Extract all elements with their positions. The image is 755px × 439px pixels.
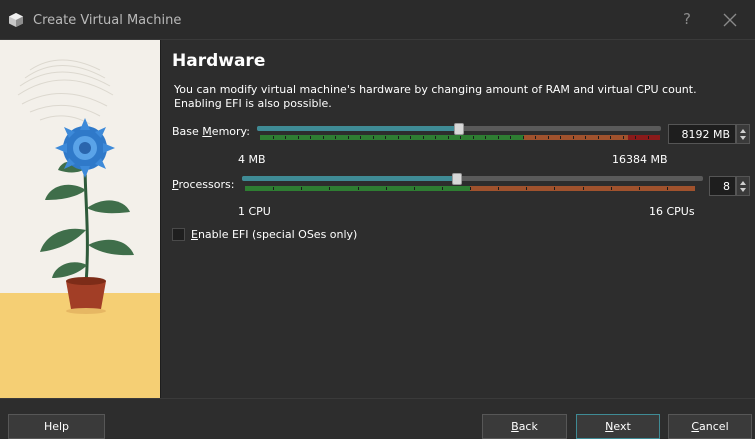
slider-tick (372, 136, 374, 139)
slider-tick (410, 136, 411, 139)
title-bar: Create Virtual Machine ? (0, 0, 755, 40)
help-button[interactable]: Help (8, 414, 105, 439)
slider-tick (582, 187, 584, 190)
wizard-illustration (0, 40, 161, 398)
slider-tick (301, 187, 303, 190)
slider-tick (310, 136, 311, 139)
slider-tick (297, 136, 299, 139)
spin-up-icon[interactable] (740, 181, 746, 185)
slider-tick (554, 187, 556, 190)
slider-tick (397, 136, 399, 139)
page-title: Hardware (172, 51, 266, 71)
slider-tick (526, 187, 528, 190)
memory-slider-handle[interactable] (453, 123, 464, 135)
slider-tick (585, 136, 586, 139)
spin-down-icon[interactable] (740, 136, 746, 140)
processors-spinbox[interactable]: 8 (709, 176, 736, 196)
slider-tick (522, 136, 524, 139)
slider-tick (422, 136, 424, 139)
memory-spinbox[interactable]: 8192 MB (668, 124, 736, 144)
slider-tick (357, 187, 359, 190)
slider-tick (638, 187, 640, 190)
memory-spinbox-value: 8192 MB (681, 128, 730, 141)
memory-min-label: 4 MB (238, 153, 266, 166)
slider-tick (285, 136, 286, 139)
spin-up-icon[interactable] (740, 129, 746, 133)
slider-tick (272, 136, 274, 139)
slider-tick (335, 136, 336, 139)
slider-tick (610, 136, 611, 139)
processors-spinbox-value: 8 (723, 180, 730, 193)
slider-tick (647, 136, 649, 139)
slider-range-segment (524, 135, 628, 140)
processors-slider-handle[interactable] (452, 173, 463, 185)
slider-tick (347, 136, 349, 139)
slider-tick (435, 136, 436, 139)
spin-down-icon[interactable] (740, 188, 746, 192)
memory-slider-scale (260, 135, 660, 140)
slider-tick (547, 136, 549, 139)
processors-slider-fill (242, 176, 458, 181)
slider-tick (472, 136, 474, 139)
slider-tick (597, 136, 599, 139)
window-title: Create Virtual Machine (33, 13, 182, 28)
slider-tick (560, 136, 561, 139)
slider-tick (497, 136, 499, 139)
button-bar: Help Back Next Cancel (0, 398, 755, 439)
slider-tick (610, 187, 612, 190)
cancel-button[interactable]: Cancel (668, 414, 752, 439)
processors-slider-scale (245, 186, 695, 191)
slider-tick (510, 136, 511, 139)
processors-max-label: 16 CPUs (649, 205, 695, 218)
slider-tick (329, 187, 331, 190)
slider-tick (413, 187, 415, 190)
description-line: You can modify virtual machine's hardwar… (174, 83, 697, 96)
slider-tick (635, 136, 636, 139)
efi-label[interactable]: Enable EFI (special OSes only) (191, 228, 357, 241)
description-line: Enabling EFI is also possible. (174, 97, 332, 110)
slider-tick (535, 136, 536, 139)
memory-max-label: 16384 MB (612, 153, 668, 166)
base-memory-label: Base Memory: (172, 125, 250, 138)
slider-tick (498, 187, 500, 190)
slider-tick (460, 136, 461, 139)
page-description: You can modify virtual machine's hardwar… (174, 83, 734, 111)
next-button[interactable]: Next (576, 414, 660, 439)
slider-tick (572, 136, 574, 139)
processors-min-label: 1 CPU (238, 205, 271, 218)
slider-tick (360, 136, 361, 139)
processors-label: Processors: (172, 178, 235, 191)
slider-tick (447, 136, 449, 139)
close-icon[interactable] (718, 8, 742, 32)
slider-tick (666, 187, 668, 190)
slider-tick (470, 187, 471, 190)
wizard-content: Hardware You can modify virtual machine'… (161, 40, 755, 398)
slider-range-segment (628, 135, 660, 140)
slider-tick (322, 136, 324, 139)
slider-tick (385, 187, 387, 190)
processors-slider-track (242, 176, 703, 181)
slider-tick (273, 187, 275, 190)
processors-spinbox-arrows[interactable] (736, 176, 750, 196)
slider-tick (385, 136, 386, 139)
memory-spinbox-arrows[interactable] (736, 124, 750, 144)
plant-illustration (0, 40, 160, 398)
back-button[interactable]: Back (482, 414, 567, 439)
memory-slider-fill (257, 126, 459, 131)
help-icon[interactable]: ? (683, 10, 691, 28)
slider-tick (441, 187, 443, 190)
slider-tick (622, 136, 624, 139)
slider-tick (485, 136, 486, 139)
virtualbox-icon (8, 12, 24, 28)
efi-checkbox[interactable] (172, 228, 185, 241)
